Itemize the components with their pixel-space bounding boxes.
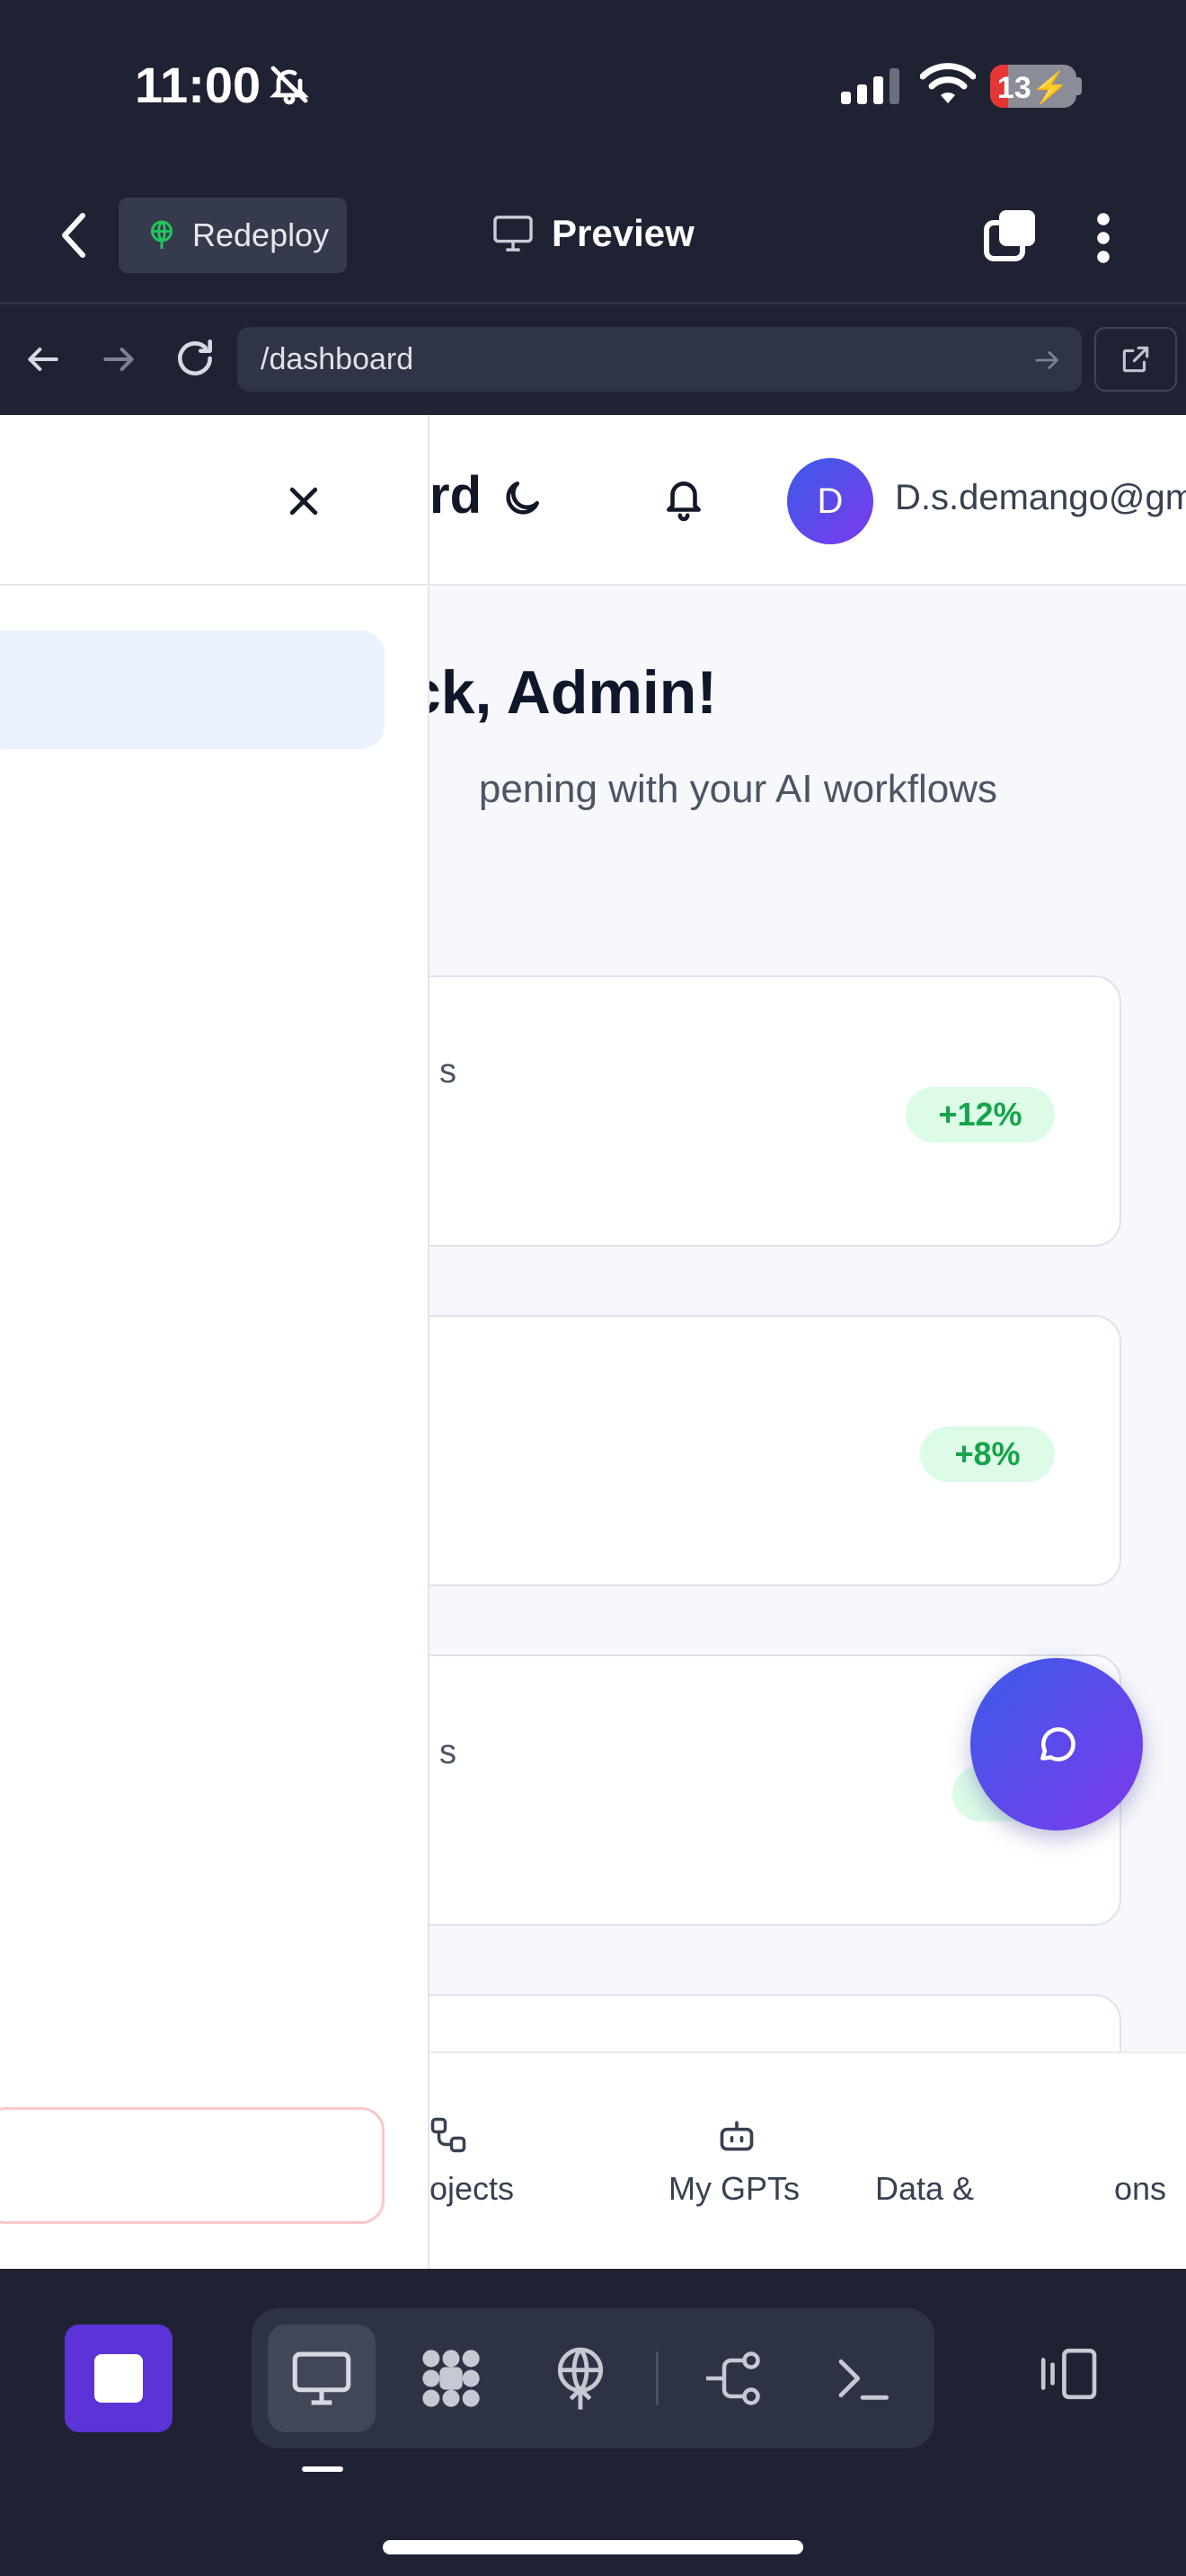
app-topbar: rd D D.s.demango@gm bbox=[429, 415, 1186, 586]
more-options-icon[interactable] bbox=[1091, 212, 1116, 264]
chat-bubble-icon bbox=[1040, 1727, 1075, 1761]
signal-icon bbox=[841, 68, 899, 104]
status-time: 11:00 bbox=[135, 57, 261, 113]
moon-icon[interactable] bbox=[500, 476, 544, 521]
browser-back-icon[interactable] bbox=[23, 340, 63, 379]
projects-icon bbox=[430, 2117, 466, 2153]
nav-item-projects[interactable]: ojects bbox=[429, 2053, 609, 2269]
sidebar-item-active[interactable] bbox=[0, 631, 385, 749]
url-text: /dashboard bbox=[261, 341, 414, 376]
agent-icon bbox=[422, 2350, 480, 2407]
deploy-globe-icon bbox=[557, 2347, 604, 2410]
browser-forward-icon[interactable] bbox=[99, 340, 138, 379]
nav-label-my-gpts: My GPTs bbox=[668, 2170, 801, 2207]
redeploy-label: Redeploy bbox=[192, 216, 330, 253]
battery-indicator: 13⚡ bbox=[990, 65, 1076, 108]
robot-icon bbox=[720, 2121, 754, 2151]
nav-label-data: Data & bbox=[875, 2170, 975, 2207]
drawer-header bbox=[0, 415, 429, 586]
nav-label-projects: ojects bbox=[429, 2170, 515, 2207]
open-external-button[interactable] bbox=[1094, 327, 1177, 392]
web-preview: rd D D.s.demango@gm ck, Admin! pening wi… bbox=[0, 415, 1186, 2269]
preview-title: Preview bbox=[492, 212, 695, 255]
home-indicator[interactable] bbox=[383, 2540, 803, 2554]
tool-shell[interactable] bbox=[809, 2325, 916, 2432]
close-icon[interactable] bbox=[284, 481, 323, 521]
workspace-toolbar bbox=[252, 2308, 934, 2448]
url-go-arrow-icon[interactable] bbox=[1031, 345, 1062, 375]
avatar[interactable]: D bbox=[787, 458, 873, 544]
nav-item-my-gpts[interactable]: My GPTs bbox=[661, 2053, 814, 2269]
header-divider bbox=[0, 302, 1186, 304]
tool-agent[interactable] bbox=[397, 2325, 505, 2432]
page-title-fragment: rd bbox=[429, 466, 482, 525]
reload-icon[interactable] bbox=[173, 336, 217, 381]
terminal-icon bbox=[838, 2359, 890, 2400]
bell-off-icon bbox=[270, 66, 309, 105]
tool-deploy[interactable] bbox=[527, 2325, 634, 2432]
toolbar-separator bbox=[656, 2351, 659, 2405]
nav-label-connections: ons bbox=[1114, 2170, 1167, 2207]
preview-label: Preview bbox=[552, 212, 695, 254]
active-tool-indicator bbox=[302, 2466, 343, 2472]
back-chevron-icon[interactable] bbox=[54, 210, 97, 260]
external-link-icon bbox=[1122, 346, 1149, 373]
logout-button[interactable] bbox=[0, 2107, 385, 2224]
redeploy-button[interactable]: Redeploy bbox=[119, 198, 347, 273]
panel-layout-icon[interactable] bbox=[1033, 2346, 1100, 2402]
deploy-icon bbox=[151, 220, 173, 249]
stat-change-badge: +8% bbox=[920, 1426, 1055, 1482]
stat-change-badge: +12% bbox=[906, 1087, 1055, 1142]
tool-git[interactable] bbox=[679, 2325, 787, 2432]
battery-nub bbox=[1076, 77, 1082, 95]
stat-card: s +12% bbox=[341, 975, 1121, 1247]
git-branch-icon bbox=[706, 2351, 760, 2405]
user-email: D.s.demango@gm bbox=[895, 478, 1186, 517]
chat-button[interactable] bbox=[970, 1658, 1143, 1831]
monitor-icon bbox=[493, 216, 533, 251]
charging-bolt-icon: ⚡ bbox=[1031, 71, 1070, 105]
avatar-initial: D bbox=[817, 481, 844, 521]
url-field[interactable]: /dashboard bbox=[237, 327, 1082, 392]
monitor-icon bbox=[292, 2351, 351, 2405]
notification-bell-icon[interactable] bbox=[661, 474, 706, 521]
tool-preview[interactable] bbox=[268, 2325, 376, 2432]
stop-button[interactable] bbox=[65, 2325, 173, 2432]
tabs-icon[interactable] bbox=[981, 207, 1039, 264]
nav-item-data-connections[interactable]: Data & ons bbox=[873, 2053, 1179, 2269]
stat-card: +8% bbox=[341, 1315, 1121, 1586]
stop-square-icon bbox=[94, 2354, 143, 2403]
sidebar-drawer bbox=[0, 415, 429, 2269]
wifi-icon bbox=[920, 63, 976, 103]
